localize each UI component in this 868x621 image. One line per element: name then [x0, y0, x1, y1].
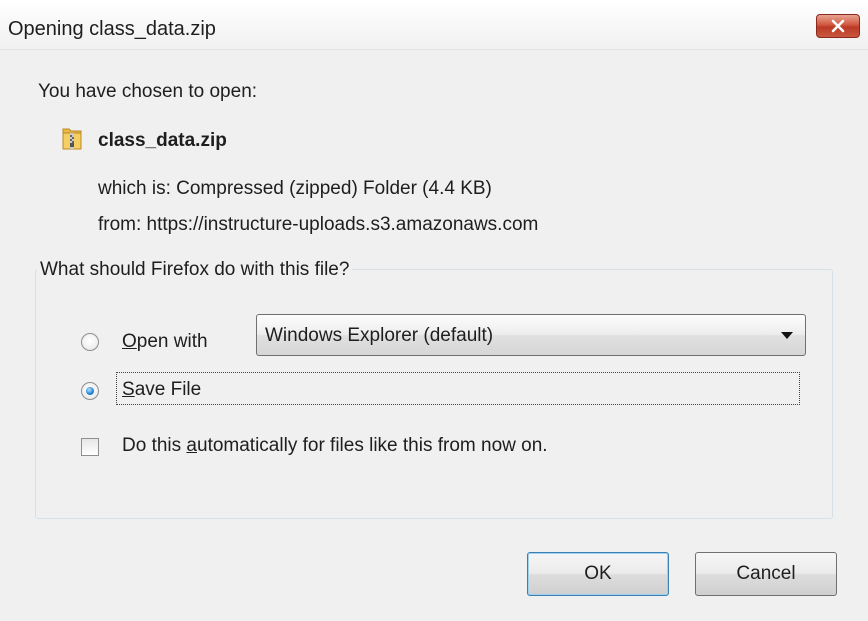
ok-button[interactable]: OK	[527, 552, 669, 596]
dialog-title: Opening class_data.zip	[8, 18, 216, 40]
auto-action-text: utomatically for files like this from no…	[197, 435, 548, 456]
close-button[interactable]	[816, 14, 860, 38]
file-source-info: from: https://instructure-uploads.s3.ama…	[98, 214, 539, 235]
download-dialog: Opening class_data.zip You have chosen t…	[0, 0, 868, 621]
open-with-radio[interactable]	[81, 333, 99, 351]
dialog-content: You have chosen to open: class_data.zip …	[0, 51, 868, 621]
save-file-label[interactable]: Save File	[122, 379, 201, 401]
save-file-accel: S	[122, 379, 135, 400]
auto-action-checkbox[interactable]	[81, 438, 99, 456]
open-with-label[interactable]: Open with	[122, 331, 208, 353]
file-name: class_data.zip	[98, 130, 227, 151]
chosen-to-open-label: You have chosen to open:	[38, 81, 258, 102]
auto-action-accel: a	[186, 435, 197, 456]
zip-folder-icon	[62, 128, 82, 150]
auto-action-prefix: Do this	[122, 435, 187, 456]
save-file-focus-rect	[116, 372, 800, 405]
file-type-info: which is: Compressed (zipped) Folder (4.…	[98, 178, 492, 199]
open-with-accel: O	[122, 331, 137, 352]
save-file-text: ave File	[134, 379, 202, 400]
open-with-application-select[interactable]: Windows Explorer (default)	[256, 314, 806, 356]
save-file-radio[interactable]	[81, 382, 99, 400]
title-bar[interactable]: Opening class_data.zip	[0, 0, 868, 50]
close-icon	[831, 19, 845, 33]
auto-action-label[interactable]: Do this automatically for files like thi…	[122, 435, 548, 457]
open-with-text: pen with	[136, 331, 208, 352]
chevron-down-icon	[781, 332, 793, 339]
open-with-application-value: Windows Explorer (default)	[265, 325, 494, 346]
cancel-button[interactable]: Cancel	[695, 552, 837, 596]
action-groupbox-legend: What should Firefox do with this file?	[37, 259, 353, 281]
